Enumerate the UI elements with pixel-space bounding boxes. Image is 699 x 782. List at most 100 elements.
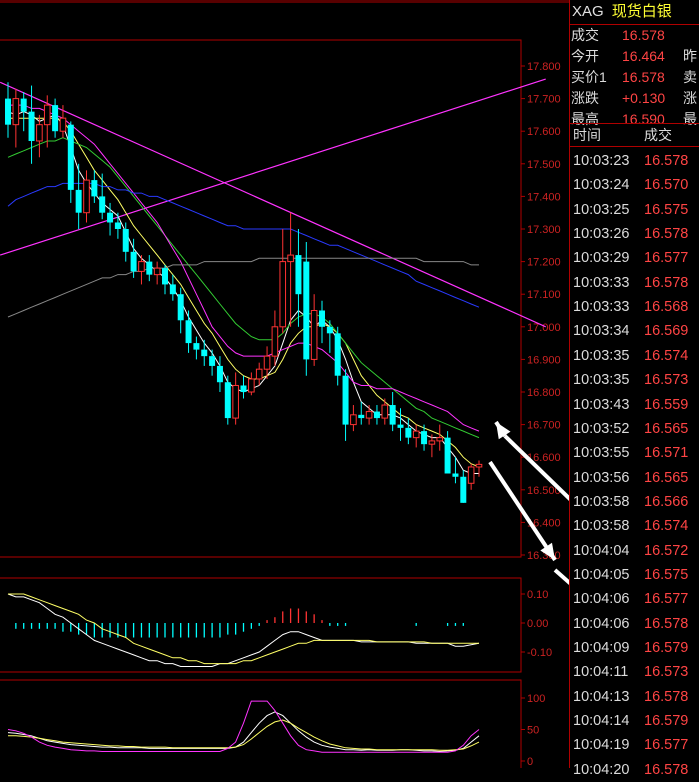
- candle-body: [99, 196, 106, 213]
- candle-body: [177, 294, 184, 321]
- candle-body: [67, 124, 74, 190]
- ticks-time-header: 时间: [573, 127, 601, 143]
- candle-body: [36, 124, 43, 142]
- tick-price: 16.573: [644, 372, 689, 389]
- tick-row[interactable]: 10:03:23 16.578: [570, 149, 699, 173]
- tick-row[interactable]: 10:03:52 16.565: [570, 417, 699, 441]
- tick-row[interactable]: 10:03:25 16.575: [570, 198, 699, 222]
- quote-value: +0.130: [622, 90, 666, 106]
- candle-body: [467, 466, 475, 484]
- candle-body: [169, 284, 176, 295]
- tick-row[interactable]: 10:03:33 16.568: [570, 295, 699, 319]
- instrument-name: 现货白银: [611, 3, 672, 20]
- tick-row[interactable]: 10:03:34 16.569: [570, 319, 699, 343]
- tick-time: 10:03:35: [573, 372, 630, 389]
- tick-price: 16.577: [644, 250, 689, 267]
- candle-body: [20, 98, 27, 112]
- tick-row[interactable]: 10:03:24 16.570: [570, 173, 699, 197]
- tick-price: 16.572: [644, 542, 689, 559]
- tick-price: 16.578: [644, 761, 689, 778]
- tick-price: 16.569: [644, 323, 689, 340]
- tick-row[interactable]: 10:04:19 16.577: [570, 733, 699, 757]
- candle-body: [326, 326, 333, 334]
- tick-row[interactable]: 10:04:13 16.578: [570, 685, 699, 709]
- tick-row[interactable]: 10:04:06 16.578: [570, 612, 699, 636]
- tick-row[interactable]: 10:03:43 16.559: [570, 393, 699, 417]
- candle-body: [28, 111, 35, 141]
- main-y-tick-label: 17.600: [527, 126, 561, 138]
- tick-row[interactable]: 10:03:58 16.566: [570, 490, 699, 514]
- candle-body: [405, 427, 412, 438]
- candle-body: [255, 368, 263, 380]
- main-y-tick-label: 17.000: [527, 322, 561, 334]
- tick-row[interactable]: 10:03:35 16.574: [570, 344, 699, 368]
- candle-body: [358, 414, 365, 419]
- chart-area[interactable]: 17.800 17.700 17.600 17.500 17.400 17.300 17.2…: [0, 0, 569, 768]
- ticks-header: 时间 成交: [570, 123, 699, 147]
- tick-row[interactable]: 10:04:09 16.579: [570, 636, 699, 660]
- main-y-tick-label: 16.800: [527, 387, 561, 399]
- candle-body: [271, 326, 279, 357]
- candle-body: [209, 356, 216, 366]
- tick-price: 16.579: [644, 713, 689, 730]
- tick-row[interactable]: 10:04:06 16.577: [570, 587, 699, 611]
- tick-time: 10:04:11: [573, 664, 629, 681]
- tick-row[interactable]: 10:04:04 16.572: [570, 539, 699, 563]
- tick-price: 16.566: [644, 493, 689, 510]
- tick-row[interactable]: 10:03:56 16.565: [570, 466, 699, 490]
- tick-row[interactable]: 10:03:58 16.574: [570, 514, 699, 538]
- tick-time: 10:03:58: [573, 518, 630, 535]
- osc-y-tick-label: 0: [527, 756, 533, 768]
- tick-price: 16.577: [644, 737, 689, 754]
- candle-body: [216, 365, 223, 383]
- candle: [303, 242, 310, 376]
- main-y-tick-label: 17.100: [527, 289, 561, 301]
- quote-value: 16.578: [622, 69, 665, 85]
- instrument-code: XAG: [572, 3, 604, 20]
- tick-time: 10:03:56: [573, 469, 630, 486]
- candle-body: [436, 437, 444, 442]
- quote-label: 成交: [571, 27, 599, 43]
- tick-price: 16.573: [644, 664, 689, 681]
- tick-time: 10:04:05: [573, 566, 630, 583]
- candle-body: [303, 261, 310, 360]
- tick-row[interactable]: 10:03:55 16.571: [570, 441, 699, 465]
- tick-price: 16.575: [644, 566, 689, 583]
- tick-row[interactable]: 10:04:05 16.575: [570, 563, 699, 587]
- candle-body: [153, 267, 161, 276]
- tick-row[interactable]: 10:04:20 16.578: [570, 758, 699, 782]
- tick-row[interactable]: 10:04:14 16.579: [570, 709, 699, 733]
- quote-panel: XAG 现货白银 成交 16.578 今开 16.464 昨买价1 16.578 卖涨跌 +0.…: [569, 0, 699, 778]
- main-y-tick-label: 17.700: [527, 94, 561, 106]
- candle-body: [43, 104, 51, 126]
- tick-row[interactable]: 10:03:33 16.578: [570, 271, 699, 295]
- candle-body: [162, 268, 168, 285]
- tick-row[interactable]: 10:04:11 16.573: [570, 660, 699, 684]
- tick-row[interactable]: 10:03:29 16.577: [570, 246, 699, 270]
- tick-price: 16.574: [644, 347, 689, 364]
- main-y-tick-label: 17.300: [527, 224, 561, 236]
- quote-extra-label: 昨: [683, 48, 697, 64]
- tick-row[interactable]: 10:03:35 16.573: [570, 368, 699, 392]
- tick-time: 10:04:09: [573, 640, 630, 656]
- quote-value: 16.464: [622, 48, 665, 64]
- candle-body: [334, 333, 341, 376]
- tick-price: 16.565: [644, 469, 689, 486]
- candle-body: [107, 212, 114, 223]
- tick-price: 16.571: [644, 445, 689, 462]
- tick-time: 10:03:23: [573, 153, 630, 169]
- candle-body: [365, 411, 373, 419]
- candle-body: [350, 414, 357, 426]
- tick-time: 10:03:58: [573, 493, 630, 510]
- quote-row: 成交 16.578: [570, 25, 699, 46]
- quote-row: 今开 16.464 昨: [570, 46, 699, 67]
- tick-price: 16.565: [644, 420, 689, 437]
- tick-time: 10:03:52: [573, 420, 630, 437]
- candle-body: [232, 384, 239, 419]
- ticks-price-header: 成交: [644, 127, 672, 143]
- tick-time: 10:04:13: [573, 688, 630, 705]
- tick-price: 16.579: [644, 640, 689, 656]
- tick-row[interactable]: 10:03:26 16.578: [570, 222, 699, 246]
- tick-time: 10:03:33: [573, 274, 630, 291]
- main-y-tick-label: 17.500: [527, 159, 561, 171]
